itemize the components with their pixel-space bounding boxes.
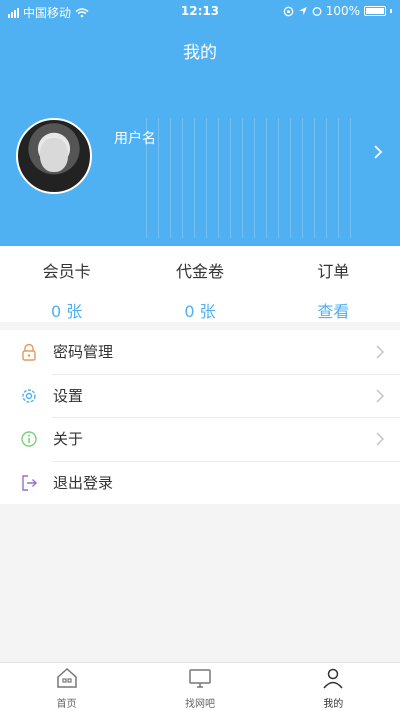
stat-label: 会员卡 [42,262,91,281]
menu-item-settings[interactable]: 设置 [0,373,400,418]
tab-find-netcafe[interactable]: 找网吧 [133,663,266,710]
tab-label: 我的 [323,699,344,710]
menu-label: 密码管理 [53,343,114,362]
stat-value: 0 张 [51,302,83,321]
gear-icon [22,388,36,403]
stat-label: 代金卷 [175,262,224,281]
menu-label: 关于 [53,430,84,449]
chevron-right-icon[interactable] [370,142,386,162]
menu-label: 设置 [53,386,84,405]
info-icon [21,431,37,447]
stat-value: 0 张 [184,302,216,321]
menu-item-logout[interactable]: 退出登录 [0,460,400,505]
menu-item-about[interactable]: 关于 [0,417,400,461]
battery-percent: 100% [325,4,360,18]
battery-icon [364,6,386,16]
logout-icon [22,474,37,491]
page-title: 我的 [183,43,217,63]
menu-item-password[interactable]: 密码管理 [0,330,400,374]
avatar[interactable] [16,118,92,194]
battery-tip [390,9,392,13]
status-bar: 中国移动 12:13 100% [0,0,400,22]
settings-menu: 密码管理 设置 关于 退出登录 [0,330,400,504]
home-icon [56,667,77,688]
menu-label: 退出登录 [53,473,114,492]
header-decoration [140,118,360,238]
user-icon [323,668,343,689]
avatar-face [40,138,68,172]
stats-row: 会员卡 0 张 代金卷 0 张 订单 查看 [0,246,400,322]
username[interactable]: 用户名 [114,128,156,148]
stat-label: 订单 [317,262,350,281]
stat-orders[interactable]: 订单 查看 [267,246,400,322]
chevron-right-icon [376,388,385,403]
lock-icon [22,343,36,361]
tab-label: 首页 [56,699,77,710]
tab-label: 找网吧 [184,699,215,710]
stat-value: 查看 [317,302,350,321]
profile-header: 中国移动 12:13 100% 我的 用户名 [0,0,400,246]
bottom-tab-bar: 首页 找网吧 我的 [0,662,400,710]
rotation-lock-icon [283,6,294,16]
chevron-right-icon [376,432,385,446]
tab-mine[interactable]: 我的 [267,663,400,710]
chevron-right-icon [376,345,385,359]
stat-voucher[interactable]: 代金卷 0 张 [133,246,266,322]
alarm-icon [312,7,322,16]
status-right: 100% [283,4,392,18]
tab-home[interactable]: 首页 [0,663,133,710]
computer-icon [189,669,211,688]
location-icon [298,7,307,15]
stat-membership-card[interactable]: 会员卡 0 张 [0,246,133,322]
